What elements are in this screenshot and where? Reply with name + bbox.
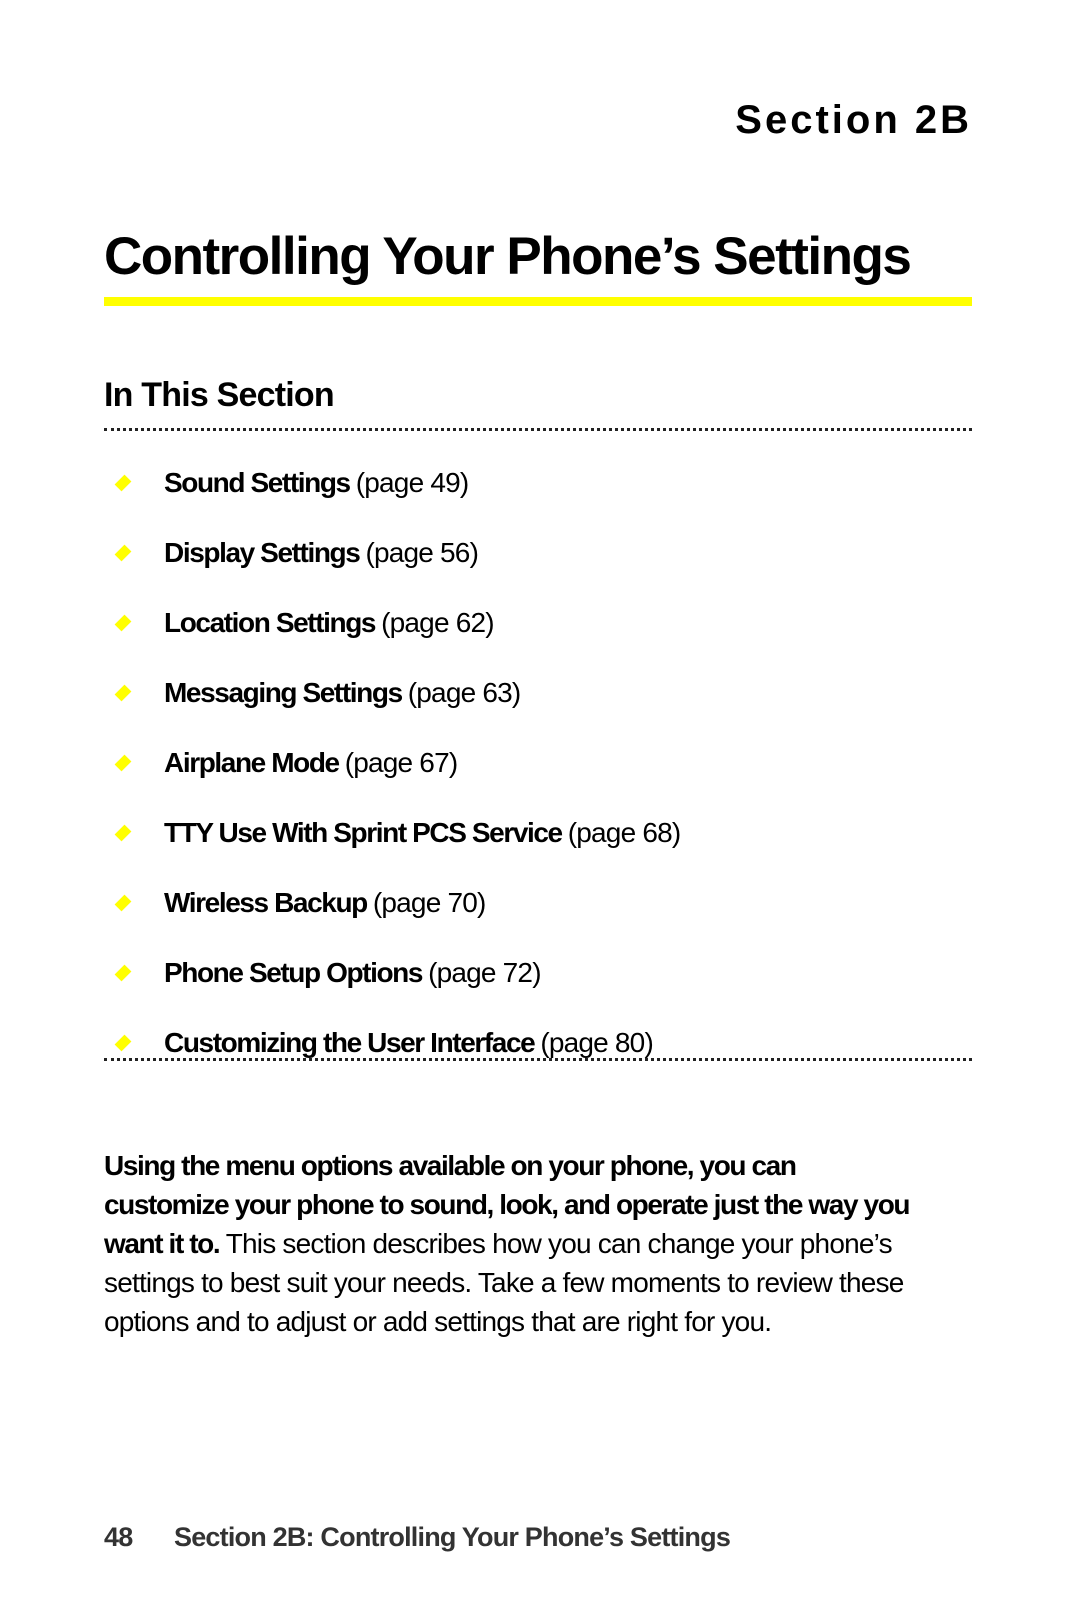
toc-item-title: Wireless Backup bbox=[164, 887, 368, 918]
toc-item[interactable]: Airplane Mode (page 67) bbox=[104, 728, 972, 798]
toc-item-page: (page 70) bbox=[372, 887, 486, 918]
toc-item-page: (page 56) bbox=[365, 537, 479, 568]
toc-item[interactable]: Location Settings (page 62) bbox=[104, 588, 972, 658]
toc-item-title: Phone Setup Options bbox=[164, 957, 423, 988]
toc-item[interactable]: Messaging Settings (page 63) bbox=[104, 658, 972, 728]
toc-item[interactable]: Wireless Backup (page 70) bbox=[104, 868, 972, 938]
diamond-bullet-icon bbox=[114, 474, 132, 492]
intro-body-text: This section describes how you can chang… bbox=[104, 1228, 904, 1337]
diamond-bullet-icon bbox=[114, 894, 132, 912]
toc-item-page: (page 72) bbox=[428, 957, 541, 988]
diamond-bullet-icon bbox=[114, 544, 132, 562]
diamond-bullet-icon bbox=[114, 824, 132, 842]
toc-item[interactable]: Phone Setup Options (page 72) bbox=[104, 938, 972, 1008]
toc-item-title: TTY Use With Sprint PCS Service bbox=[164, 817, 563, 848]
diamond-bullet-icon bbox=[114, 754, 132, 772]
dotted-divider-bottom bbox=[104, 1058, 972, 1061]
toc-item-page: (page 80) bbox=[540, 1027, 653, 1058]
toc-item-title: Sound Settings bbox=[164, 467, 351, 498]
diamond-bullet-icon bbox=[114, 684, 132, 702]
toc-item[interactable]: TTY Use With Sprint PCS Service (page 68) bbox=[104, 798, 972, 868]
toc-item-title: Customizing the User Interface bbox=[164, 1027, 536, 1058]
intro-paragraph: Using the menu options available on your… bbox=[104, 1146, 924, 1341]
section-label: Section 2B bbox=[735, 98, 972, 142]
running-title: Section 2B: Controlling Your Phone’s Set… bbox=[174, 1522, 731, 1552]
toc-item-page: (page 49) bbox=[355, 467, 469, 498]
diamond-bullet-icon bbox=[114, 614, 132, 632]
diamond-bullet-icon bbox=[114, 1034, 132, 1052]
toc-item-title: Airplane Mode bbox=[164, 747, 340, 778]
title-underline-bar bbox=[104, 297, 972, 306]
page-footer: 48 Section 2B: Controlling Your Phone’s S… bbox=[104, 1522, 731, 1553]
dotted-divider-top bbox=[104, 428, 972, 431]
page-number: 48 bbox=[104, 1522, 133, 1552]
toc-item[interactable]: Display Settings (page 56) bbox=[104, 518, 972, 588]
toc-item-page: (page 62) bbox=[381, 607, 494, 638]
page-title: Controlling Your Phone’s Settings bbox=[104, 227, 912, 286]
toc-item-title: Display Settings bbox=[164, 537, 361, 568]
toc-item-page: (page 67) bbox=[344, 747, 458, 778]
diamond-bullet-icon bbox=[114, 964, 132, 982]
toc-item-page: (page 68) bbox=[567, 817, 681, 848]
toc-item-page: (page 63) bbox=[407, 677, 521, 708]
toc-item[interactable]: Customizing the User Interface (page 80) bbox=[104, 1008, 972, 1078]
toc-list: Sound Settings (page 49) Display Settings… bbox=[104, 448, 972, 1078]
toc-item-title: Location Settings bbox=[164, 607, 377, 638]
toc-item-title: Messaging Settings bbox=[164, 677, 403, 708]
toc-item[interactable]: Sound Settings (page 49) bbox=[104, 448, 972, 518]
toc-heading: In This Section bbox=[104, 376, 335, 414]
